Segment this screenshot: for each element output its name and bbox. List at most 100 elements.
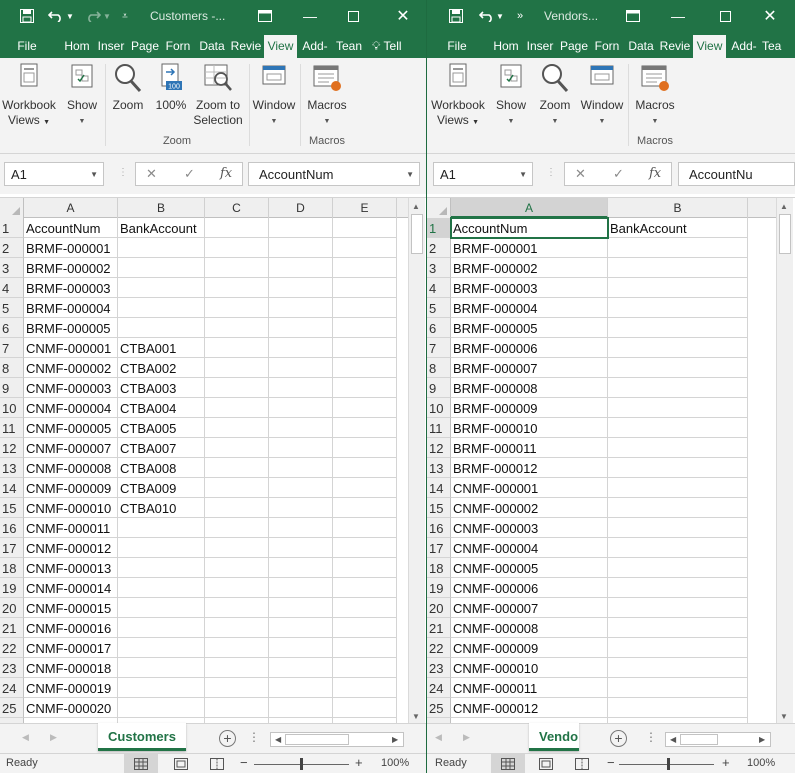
- cell[interactable]: [608, 498, 748, 518]
- row-header[interactable]: 14: [0, 478, 24, 498]
- cell[interactable]: [608, 458, 748, 478]
- cell[interactable]: BRMF-000003: [24, 278, 118, 298]
- horizontal-scroll-thumb[interactable]: [285, 734, 349, 745]
- row-header[interactable]: 6: [427, 318, 451, 338]
- cell[interactable]: CTBA003: [118, 378, 205, 398]
- column-header-a[interactable]: A: [24, 198, 118, 218]
- cell[interactable]: [333, 298, 397, 318]
- tab-insert[interactable]: Inser: [95, 35, 127, 58]
- tab-team[interactable]: Tea: [762, 35, 795, 58]
- cell[interactable]: [333, 618, 397, 638]
- cell[interactable]: CNMF-000007: [451, 598, 608, 618]
- cell[interactable]: [333, 498, 397, 518]
- maximize-icon[interactable]: [343, 0, 363, 32]
- cell[interactable]: CNMF-000005: [451, 558, 608, 578]
- cell[interactable]: CNMF-000008: [24, 458, 118, 478]
- row-header[interactable]: 3: [0, 258, 24, 278]
- scroll-right-icon[interactable]: ▶: [759, 735, 765, 744]
- undo-dropdown-icon[interactable]: ▼: [496, 0, 504, 32]
- cell[interactable]: [118, 558, 205, 578]
- cell[interactable]: CNMF-000002: [451, 498, 608, 518]
- cell[interactable]: CNMF-000007: [24, 438, 118, 458]
- cell[interactable]: [269, 658, 333, 678]
- cell[interactable]: CNMF-000004: [24, 398, 118, 418]
- close-icon[interactable]: ✕: [393, 0, 413, 32]
- undo-icon[interactable]: [46, 0, 64, 32]
- tab-view[interactable]: View: [693, 35, 726, 58]
- cell[interactable]: [333, 438, 397, 458]
- cell[interactable]: [269, 418, 333, 438]
- row-header[interactable]: 1: [427, 218, 451, 238]
- row-header[interactable]: 20: [0, 598, 24, 618]
- cell[interactable]: [333, 318, 397, 338]
- scroll-right-icon[interactable]: ▶: [392, 735, 398, 744]
- tab-home[interactable]: Hom: [62, 35, 92, 58]
- cell[interactable]: CTBA010: [118, 498, 205, 518]
- row-header[interactable]: 22: [427, 638, 451, 658]
- prev-sheet-icon[interactable]: ◀: [435, 732, 442, 743]
- tab-team[interactable]: Tean: [333, 35, 365, 58]
- zoom-level[interactable]: 100%: [381, 757, 409, 769]
- worksheet-grid[interactable]: A B C D E 1 AccountNum BankAccount 2 BRMF-00…: [0, 197, 426, 723]
- row-header[interactable]: 19: [0, 578, 24, 598]
- cell[interactable]: CNMF-000011: [451, 678, 608, 698]
- cell[interactable]: [118, 618, 205, 638]
- cell[interactable]: [608, 658, 748, 678]
- window-button[interactable]: Window ▼: [579, 62, 625, 129]
- horizontal-scroll-thumb[interactable]: [680, 734, 718, 745]
- zoom-to-selection-button[interactable]: Zoom to Selection: [190, 62, 246, 128]
- undo-dropdown-icon[interactable]: ▼: [66, 0, 74, 32]
- save-icon[interactable]: [447, 0, 465, 32]
- cell[interactable]: [333, 478, 397, 498]
- row-header[interactable]: 12: [427, 438, 451, 458]
- zoom-out-icon[interactable]: −: [607, 755, 615, 770]
- horizontal-scrollbar[interactable]: ◀ ▶: [665, 732, 771, 747]
- row-header[interactable]: 15: [0, 498, 24, 518]
- cell[interactable]: [333, 278, 397, 298]
- cell[interactable]: CNMF-000013: [24, 558, 118, 578]
- cell[interactable]: [608, 338, 748, 358]
- row-header[interactable]: 15: [427, 498, 451, 518]
- select-all-corner[interactable]: [0, 198, 24, 218]
- scroll-left-icon[interactable]: ◀: [670, 735, 676, 744]
- cell[interactable]: [608, 538, 748, 558]
- cell[interactable]: [269, 218, 333, 238]
- cell[interactable]: BRMF-000001: [24, 238, 118, 258]
- tab-view[interactable]: View: [264, 35, 297, 58]
- cell[interactable]: [608, 618, 748, 638]
- workbook-views-button[interactable]: Workbook Views ▼: [429, 62, 487, 130]
- tab-page-layout[interactable]: Page: [558, 35, 590, 58]
- cell[interactable]: BRMF-000012: [451, 458, 608, 478]
- row-header[interactable]: 7: [0, 338, 24, 358]
- next-sheet-icon[interactable]: ▶: [463, 732, 470, 743]
- cell[interactable]: [333, 238, 397, 258]
- cell[interactable]: [333, 558, 397, 578]
- cell[interactable]: [269, 618, 333, 638]
- formula-input[interactable]: AccountNu: [678, 162, 795, 186]
- row-header[interactable]: 25: [0, 698, 24, 718]
- vertical-scrollbar[interactable]: ▲ ▼: [776, 198, 793, 723]
- cell[interactable]: [118, 258, 205, 278]
- cell[interactable]: CNMF-000010: [24, 498, 118, 518]
- row-header[interactable]: 8: [0, 358, 24, 378]
- row-header[interactable]: 10: [427, 398, 451, 418]
- name-box[interactable]: A1 ▼: [433, 162, 533, 186]
- cell[interactable]: CNMF-000009: [451, 638, 608, 658]
- scroll-down-icon[interactable]: ▼: [780, 712, 788, 721]
- cell[interactable]: [608, 678, 748, 698]
- sheet-bar-splitter-icon[interactable]: ⋮: [248, 730, 260, 744]
- cell[interactable]: [269, 238, 333, 258]
- zoom-in-icon[interactable]: +: [355, 755, 363, 770]
- cell[interactable]: [118, 518, 205, 538]
- cell[interactable]: [333, 538, 397, 558]
- ribbon-display-options-icon[interactable]: [254, 0, 276, 32]
- name-box-dropdown-icon[interactable]: ▼: [90, 170, 98, 179]
- macros-button[interactable]: Macros ▼: [303, 62, 351, 129]
- cell[interactable]: [333, 698, 397, 718]
- minimize-icon[interactable]: —: [668, 0, 688, 32]
- row-header[interactable]: 20: [427, 598, 451, 618]
- row-header[interactable]: 10: [0, 398, 24, 418]
- worksheet-grid[interactable]: A B 1 AccountNum BankAccount 2 BRMF-000001 3 B…: [427, 197, 795, 723]
- row-header[interactable]: 1: [0, 218, 24, 238]
- cell[interactable]: [608, 598, 748, 618]
